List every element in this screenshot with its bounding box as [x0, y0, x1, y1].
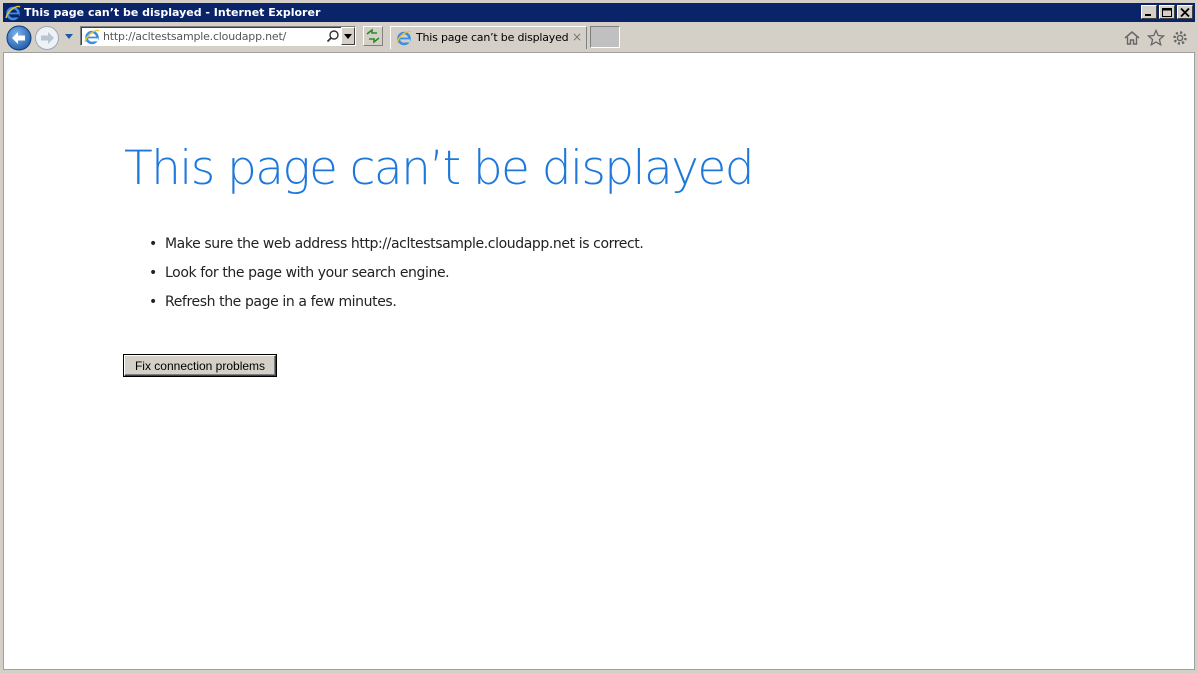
suggestion-text: Make sure the web address http://acltest…: [165, 236, 644, 252]
minimize-icon: [1145, 14, 1151, 16]
tab-title: This page can’t be displayed: [416, 31, 569, 44]
history-dropdown-icon[interactable]: [64, 32, 74, 42]
ie-window: This page can’t be displayed - Internet …: [0, 0, 1198, 673]
bullet: •: [149, 265, 157, 281]
error-suggestions: • Make sure the web address http://acltes…: [149, 235, 644, 322]
minimize-button[interactable]: [1141, 5, 1157, 19]
address-dropdown-button[interactable]: [341, 27, 355, 45]
address-text[interactable]: http://acltestsample.cloudapp.net/: [103, 30, 286, 43]
title-bar[interactable]: This page can’t be displayed - Internet …: [3, 3, 1195, 22]
gear-icon[interactable]: [1171, 29, 1189, 47]
bullet: •: [149, 236, 157, 252]
chevron-down-icon: [344, 34, 352, 39]
ie-tab-icon: [396, 30, 412, 46]
command-icons: [1123, 28, 1189, 47]
list-item: • Refresh the page in a few minutes.: [149, 293, 643, 322]
maximize-button[interactable]: [1159, 5, 1175, 19]
list-item: • Make sure the web address http://acltes…: [149, 235, 644, 264]
ie-page-icon: [84, 29, 100, 45]
window-title: This page can’t be displayed - Internet …: [24, 6, 321, 19]
refresh-button[interactable]: [363, 26, 383, 46]
tab-current[interactable]: This page can’t be displayed ×: [390, 26, 587, 49]
suggestion-text: Look for the page with your search engin…: [165, 265, 450, 281]
address-bar[interactable]: http://acltestsample.cloudapp.net/: [80, 26, 356, 46]
bullet: •: [149, 294, 157, 310]
favorites-star-icon[interactable]: [1146, 28, 1166, 47]
tab-close-icon[interactable]: ×: [572, 30, 582, 44]
back-icon[interactable]: [6, 25, 32, 51]
fix-connection-button[interactable]: Fix connection problems: [124, 355, 276, 376]
page-content: This page can’t be displayed • Make sure …: [3, 52, 1195, 670]
ie-logo-icon: [5, 5, 21, 20]
navigation-toolbar: http://acltestsample.cloudapp.net/ This …: [3, 22, 1195, 52]
error-heading: This page can’t be displayed: [124, 141, 755, 196]
refresh-icon: [366, 28, 380, 44]
close-icon: [1180, 8, 1190, 17]
maximize-icon: [1162, 8, 1172, 17]
suggestion-text: Refresh the page in a few minutes.: [165, 294, 397, 310]
list-item: • Look for the page with your search engi…: [149, 264, 643, 293]
search-icon[interactable]: [326, 29, 340, 43]
window-controls: [1141, 5, 1193, 19]
new-tab-button[interactable]: [590, 26, 620, 48]
close-button[interactable]: [1177, 5, 1193, 19]
home-icon[interactable]: [1123, 29, 1141, 47]
forward-icon[interactable]: [34, 25, 60, 51]
